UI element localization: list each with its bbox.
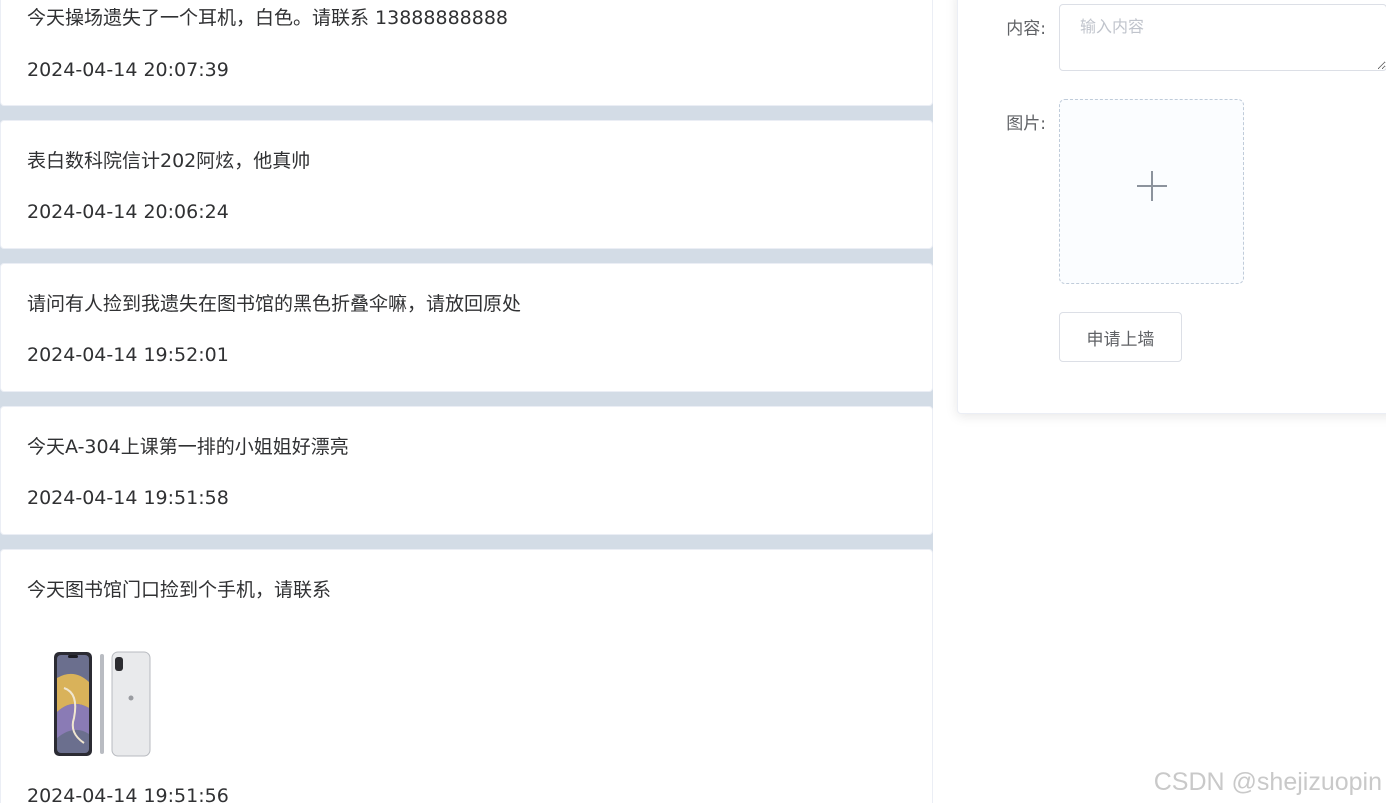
post-card: 请问有人捡到我遗失在图书馆的黑色折叠伞嘛，请放回原处 2024-04-14 19… xyxy=(0,263,933,392)
post-time: 2024-04-14 20:06:24 xyxy=(27,201,229,223)
image-upload[interactable] xyxy=(1059,99,1244,284)
post-content: 请问有人捡到我遗失在图书馆的黑色折叠伞嘛，请放回原处 xyxy=(27,293,522,315)
post-time: 2024-04-14 20:07:39 xyxy=(27,59,229,81)
post-card: 今天图书馆门口捡到个手机，请联系 2024-04-14 19:51:56 xyxy=(0,549,933,803)
post-content: 今天图书馆门口捡到个手机，请联系 xyxy=(27,579,332,601)
post-time: 2024-04-14 19:51:58 xyxy=(27,487,229,509)
post-content: 今天A-304上课第一排的小姐姐好漂亮 xyxy=(27,436,349,458)
post-content: 今天操场遗失了一个耳机，白色。请联系 13888888888 xyxy=(27,7,509,29)
post-card: 表白数科院信计202阿炫，他真帅 2024-04-14 20:06:24 xyxy=(0,120,933,249)
plus-icon xyxy=(1137,171,1167,201)
submit-button[interactable]: 申请上墙 xyxy=(1059,312,1182,362)
post-form-area: 内容: 图片: 申请上墙 xyxy=(933,0,1386,803)
post-time: 2024-04-14 19:52:01 xyxy=(27,344,229,366)
post-card: 今天A-304上课第一排的小姐姐好漂亮 2024-04-14 19:51:58 xyxy=(0,406,933,535)
watermark: CSDN @shejizuopin xyxy=(1153,768,1382,796)
post-content: 表白数科院信计202阿炫，他真帅 xyxy=(27,150,311,172)
post-feed: 今天操场遗失了一个耳机，白色。请联系 13888888888 2024-04-1… xyxy=(0,0,933,803)
phone-photo xyxy=(34,638,166,770)
content-label: 内容: xyxy=(1006,19,1046,39)
image-label: 图片: xyxy=(1006,114,1046,134)
post-form-card: 内容: 图片: 申请上墙 xyxy=(957,0,1386,414)
content-textarea[interactable] xyxy=(1059,4,1386,71)
post-time: 2024-04-14 19:51:56 xyxy=(27,785,229,803)
post-card: 今天操场遗失了一个耳机，白色。请联系 13888888888 2024-04-1… xyxy=(0,0,933,106)
